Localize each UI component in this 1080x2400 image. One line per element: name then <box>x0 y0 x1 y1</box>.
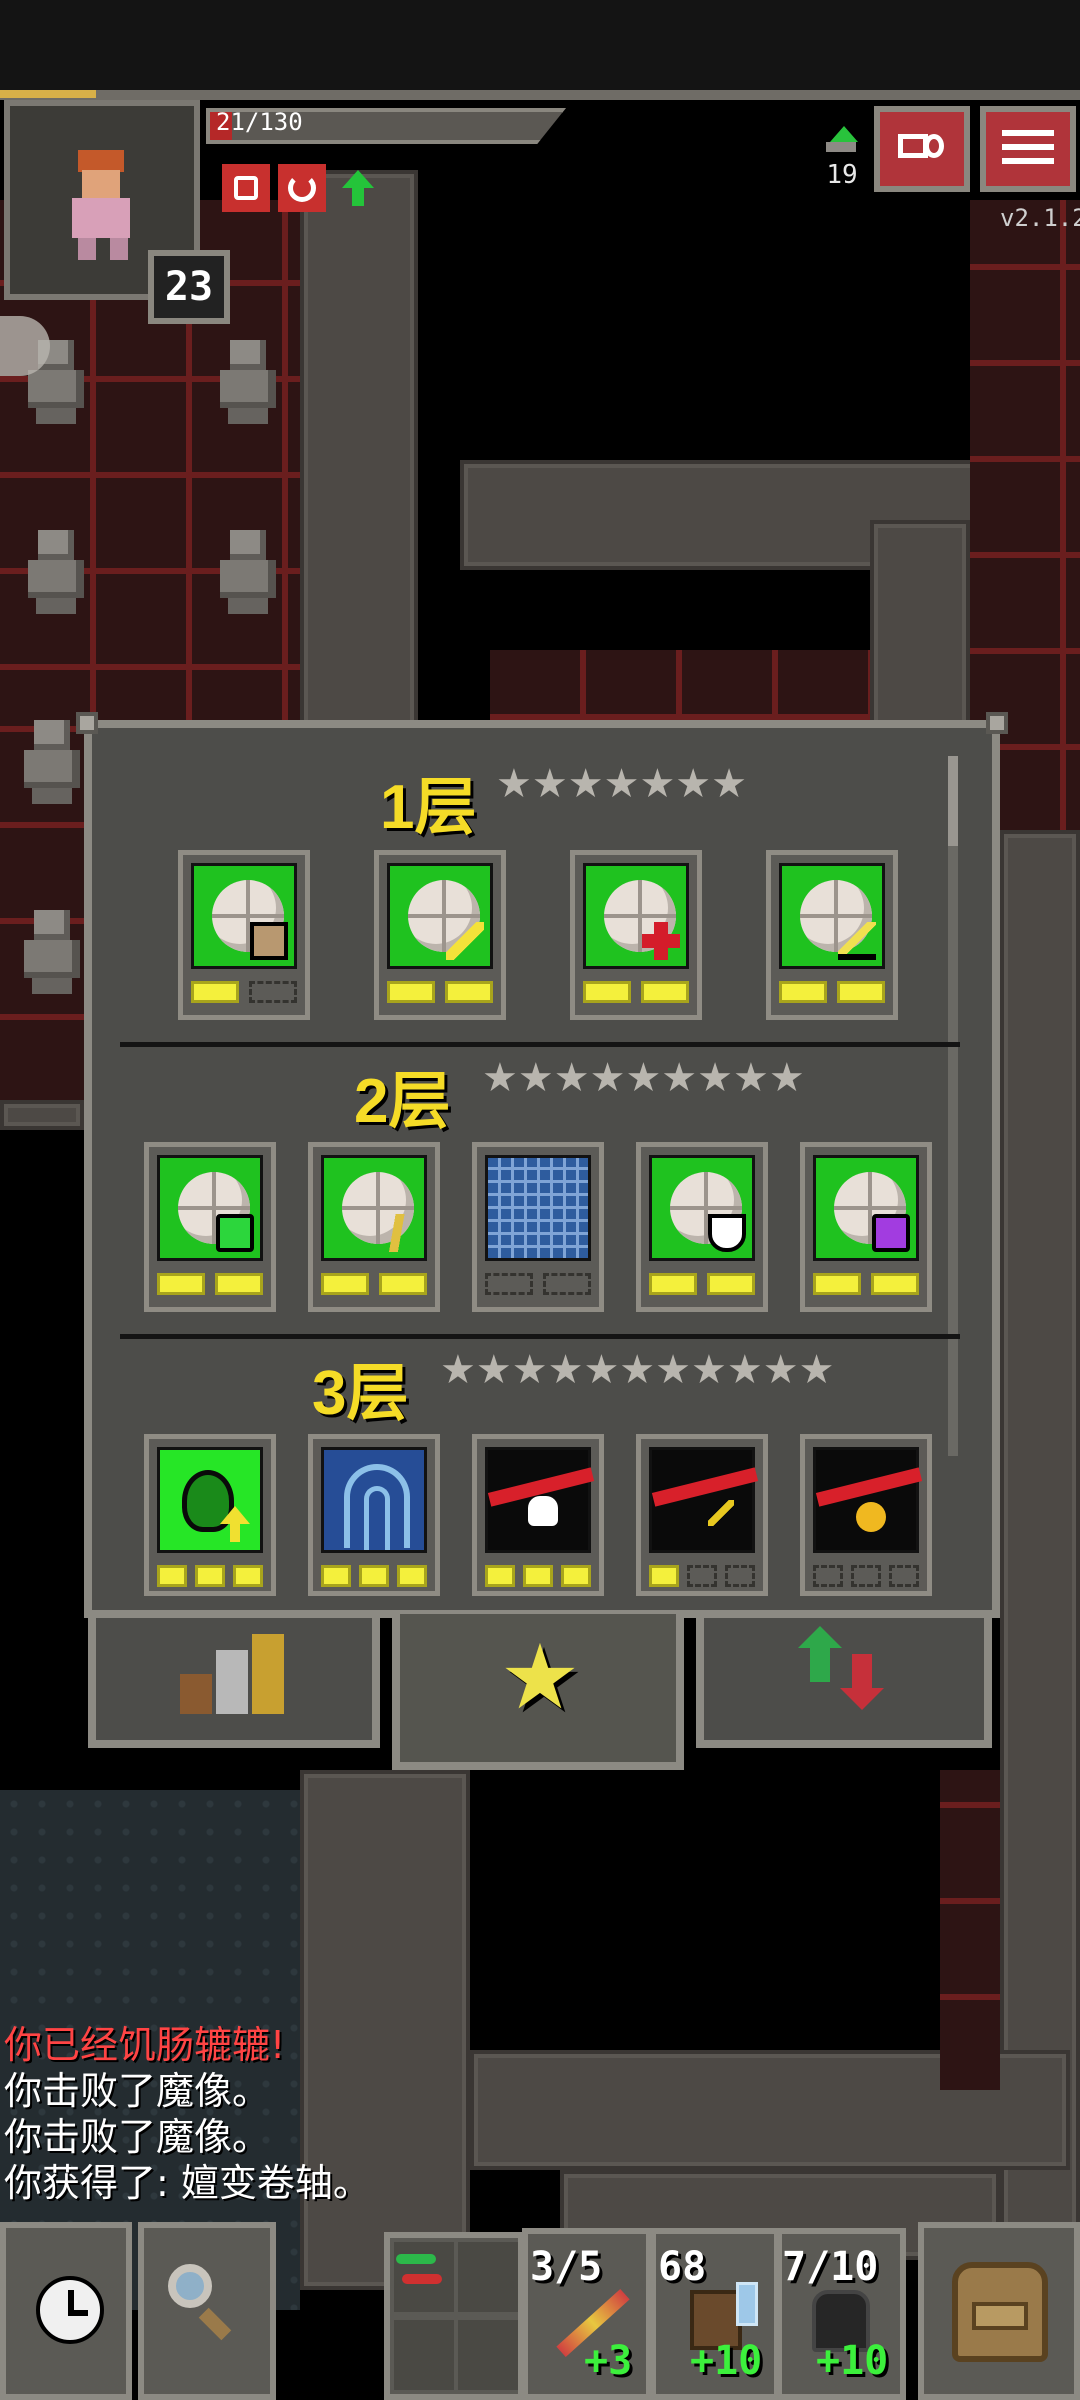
badge-tier2-5[interactable] <box>800 1142 932 1312</box>
log-line: 你获得了: 嬗变卷轴。 <box>4 2161 371 2205</box>
golem-enemy[interactable] <box>20 910 84 994</box>
up-down-arrows-icon <box>790 1626 900 1720</box>
journal-button[interactable] <box>874 106 970 192</box>
depth-stairs-icon <box>822 116 862 156</box>
log-line: 你已经饥肠辘辘! <box>4 2023 286 2067</box>
golem-enemy[interactable] <box>20 720 84 804</box>
badges-scrollbar[interactable] <box>948 756 958 1456</box>
health-text: 21/130 <box>216 108 303 136</box>
green-potion-icon <box>216 1214 254 1252</box>
status-hunger-icon[interactable] <box>278 164 326 212</box>
quickslot-2-count: 68 <box>658 2244 707 2290</box>
tier-1-title: 1层 <box>380 773 477 842</box>
log-line: 你击败了魔像。 <box>4 2069 271 2113</box>
shield-icon <box>708 1214 746 1252</box>
message-log: 你已经饥肠辘辘! 你击败了魔像。 你击败了魔像。 你获得了: 嬗变卷轴。 <box>4 2022 704 2206</box>
wand-icon <box>446 922 484 960</box>
experience-bar <box>0 90 96 98</box>
hud-top-bar <box>0 90 1080 100</box>
badge-tier1-3[interactable] <box>570 850 702 1020</box>
quickslot-3-upgrade: +10 <box>816 2338 889 2384</box>
badge-tier1-4[interactable] <box>766 850 898 1020</box>
health-cross-icon <box>642 922 680 960</box>
tier-divider <box>120 1334 960 1339</box>
log-line: 你击败了魔像。 <box>4 2115 271 2159</box>
hero-level-badge: 23 <box>148 250 230 324</box>
version-label: v2.1.2 <box>1000 204 1080 232</box>
tier-divider <box>120 1042 960 1047</box>
quickslot-3-charges: 7/10 <box>782 2244 879 2290</box>
badge-tier3-4[interactable] <box>636 1434 768 1596</box>
badge-tier3-5[interactable] <box>800 1434 932 1596</box>
arrow-up-icon <box>216 1506 254 1544</box>
tier-1-stars: ★★★★★★★ <box>496 761 748 807</box>
badge-tier3-1[interactable] <box>144 1434 276 1596</box>
purple-potion-icon <box>872 1214 910 1252</box>
bar-chart-icon <box>178 1634 288 1714</box>
badge-tier3-2[interactable] <box>308 1434 440 1596</box>
status-level-up-icon[interactable] <box>334 164 382 212</box>
menu-button[interactable] <box>980 106 1076 192</box>
tier-3-stars: ★★★★★★★★★★★ <box>440 1347 835 1393</box>
badge-tier2-4[interactable] <box>636 1142 768 1312</box>
box-icon <box>250 922 288 960</box>
badge-tier3-3[interactable] <box>472 1434 604 1596</box>
backpack-icon <box>952 2262 1048 2362</box>
golem-enemy[interactable] <box>216 340 280 424</box>
depth-counter: 19 <box>826 160 858 190</box>
tier-2-stars: ★★★★★★★★★ <box>482 1055 805 1101</box>
star-icon: ★ <box>499 1625 581 1730</box>
quickslot-1-upgrade: +3 <box>584 2338 633 2384</box>
wall-segment <box>0 1100 84 1130</box>
golem-enemy[interactable] <box>216 530 280 614</box>
badge-tier1-2[interactable] <box>374 850 506 1020</box>
gold-icon <box>856 1502 886 1532</box>
badges-scrollbar-thumb[interactable] <box>948 756 958 846</box>
badge-tier1-1[interactable] <box>178 850 310 1020</box>
sword-icon <box>838 922 876 960</box>
flask-icon <box>736 2282 758 2326</box>
magnifier-icon <box>168 2264 238 2334</box>
carpet-room-right-lower <box>940 1770 1000 2090</box>
status-target-icon[interactable] <box>222 164 270 212</box>
clock-icon <box>36 2276 104 2344</box>
hood-icon <box>344 1464 410 1550</box>
locked-grid-icon <box>485 1155 591 1261</box>
tier-2-title: 2层 <box>354 1067 451 1136</box>
tier-3-title: 3层 <box>312 1359 409 1428</box>
badge-tier2-2[interactable] <box>308 1142 440 1312</box>
badge-tier2-3-locked[interactable] <box>472 1142 604 1312</box>
quickslot-1-charges: 3/5 <box>530 2244 603 2290</box>
swap-icon <box>396 2250 444 2290</box>
golem-enemy[interactable] <box>24 530 88 614</box>
arrow-icon <box>708 1500 734 1526</box>
hero-avatar <box>64 150 144 260</box>
quickslot-2-upgrade: +10 <box>690 2338 763 2384</box>
skull-icon <box>528 1496 558 1526</box>
runner-icon <box>380 1214 418 1252</box>
badge-tier2-1[interactable] <box>144 1142 276 1312</box>
